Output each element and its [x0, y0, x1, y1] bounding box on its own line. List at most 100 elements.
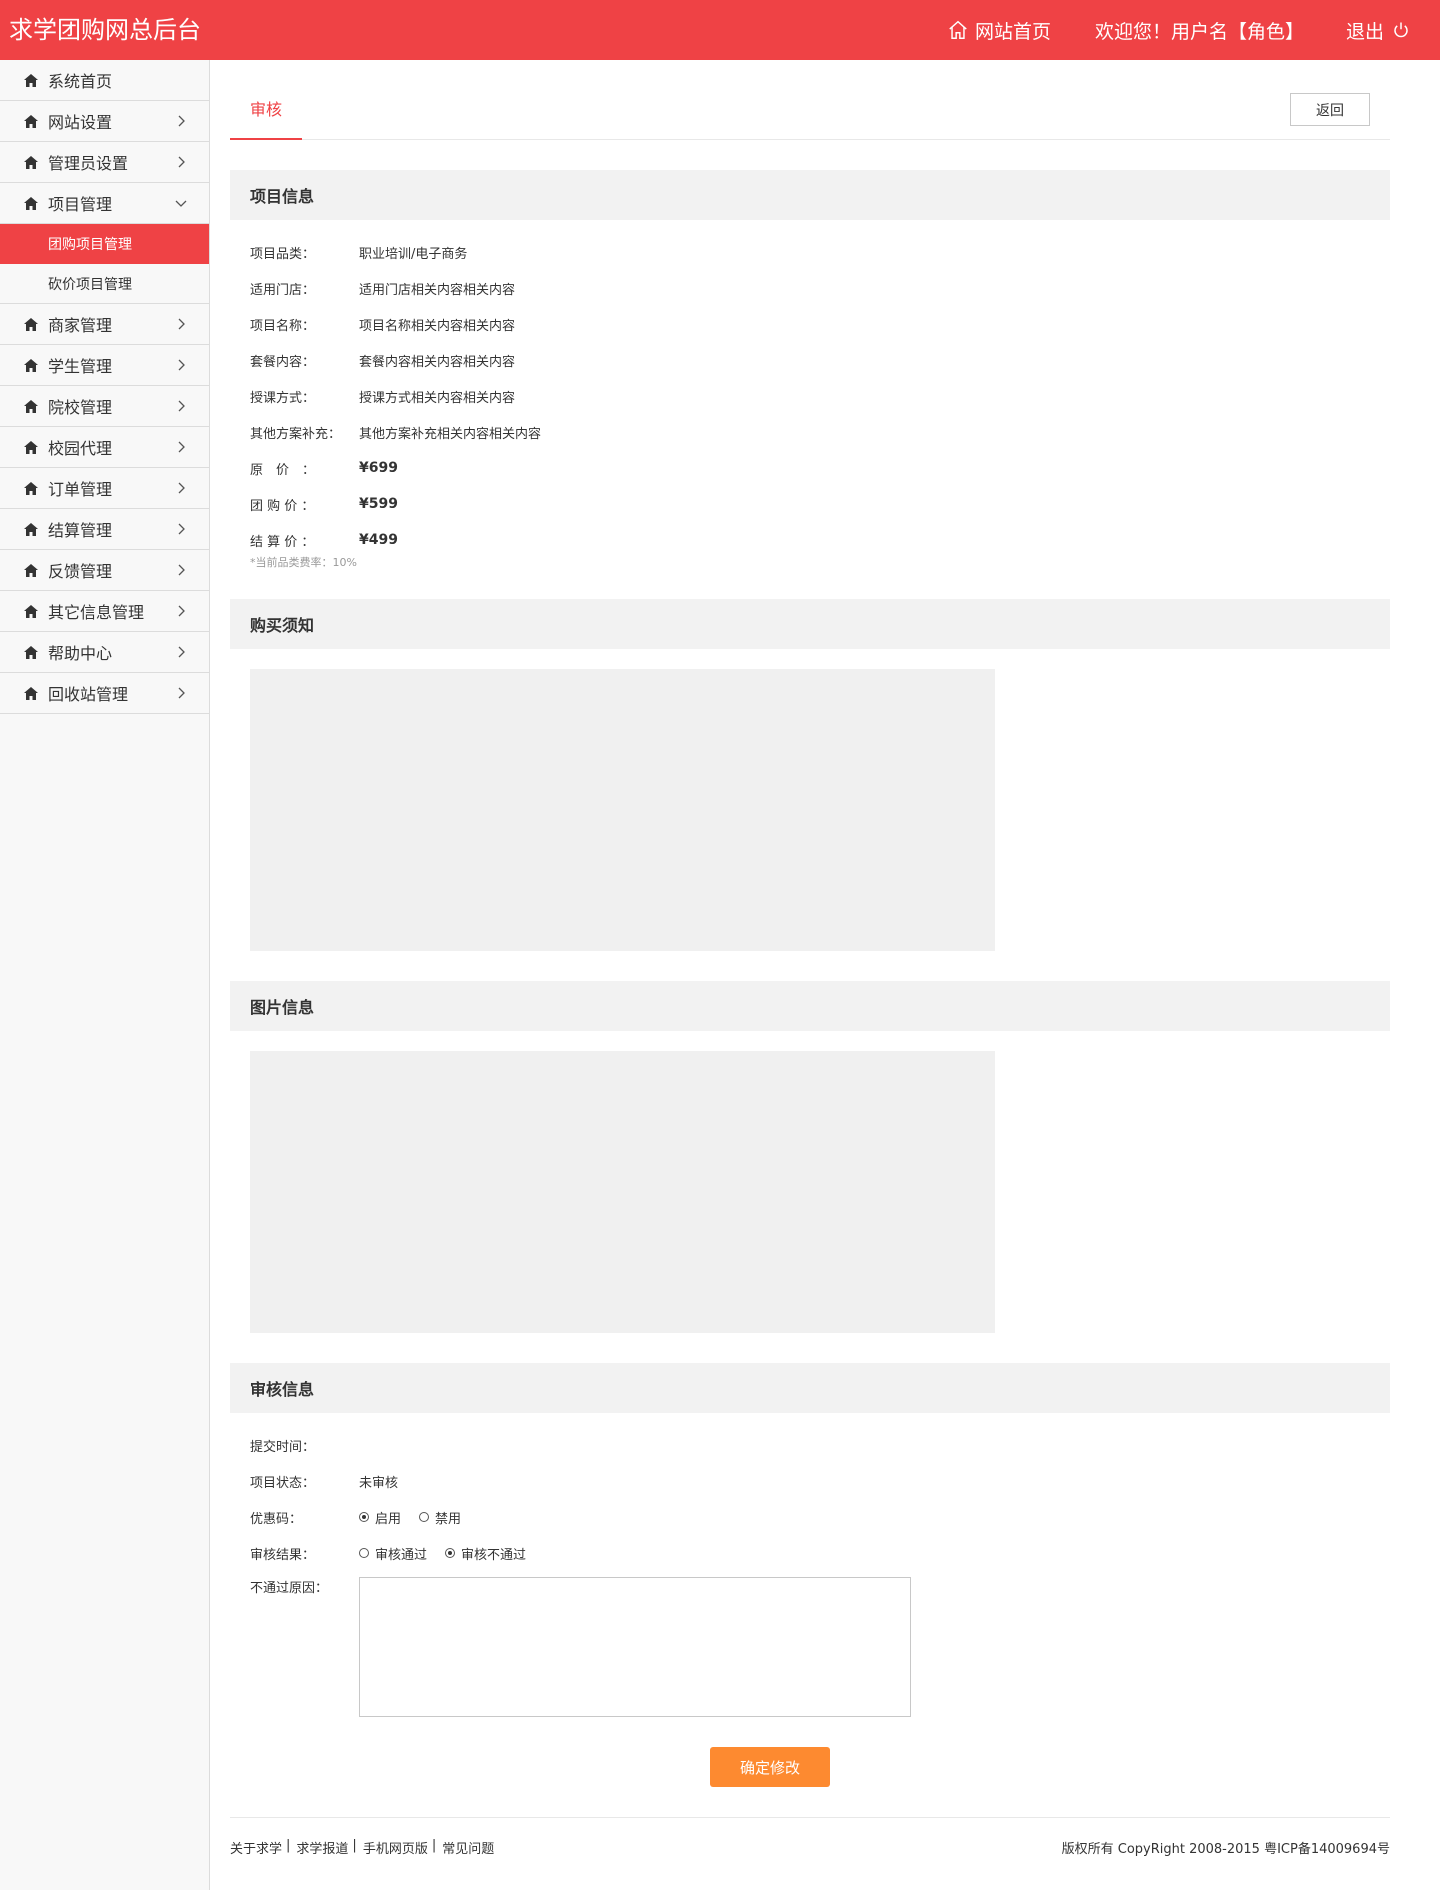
footer-links: 关于求学 | 求学报道 | 手机网页版 | 常见问题 [230, 1838, 494, 1857]
sidebar-item-student-management[interactable]: 学生管理 [0, 345, 209, 386]
audit-radio-pass[interactable]: 审核通过 [359, 1544, 427, 1563]
sidebar-item-recycle-bin[interactable]: 回收站管理 [0, 673, 209, 714]
submit-time-label: 提交时间： [250, 1439, 316, 1455]
sidebar-subitem-bargain-projects[interactable]: 砍价项目管理 [0, 264, 209, 304]
radio-unchecked-icon [419, 1512, 430, 1522]
sidebar-item-campus-agent[interactable]: 校园代理 [0, 427, 209, 468]
sidebar-item-label: 结算管理 [48, 521, 113, 540]
sidebar-subitem-groupbuy-projects[interactable]: 团购项目管理 [0, 224, 209, 264]
sidebar-item-label: 校园代理 [48, 439, 113, 458]
chevron-right-icon [178, 156, 185, 168]
home-icon [24, 73, 38, 87]
sidebar-item-label: 项目管理 [48, 195, 113, 214]
info-value: 其他方案补充相关内容相关内容 [359, 426, 542, 442]
sidebar-item-other-info-management[interactable]: 其它信息管理 [0, 591, 209, 632]
home-icon [24, 563, 38, 577]
footer: 关于求学 | 求学报道 | 手机网页版 | 常见问题 版权所有 CopyRight 2… [230, 1817, 1390, 1877]
back-button[interactable]: 返回 [1290, 93, 1370, 126]
price-row-settlement: 结 算 价 ： ¥499 [250, 522, 1390, 558]
sidebar-item-help-center[interactable]: 帮助中心 [0, 632, 209, 673]
copyright: 版权所有 CopyRight 2008-2015 粤ICP备14009694号 [1061, 1842, 1390, 1857]
home-icon [24, 645, 38, 659]
chevron-right-icon [178, 687, 185, 699]
radio-label: 审核不通过 [461, 1547, 527, 1563]
info-value: 适用门店相关内容相关内容 [359, 282, 516, 298]
chevron-right-icon [178, 646, 185, 658]
info-value: 套餐内容相关内容相关内容 [359, 354, 516, 370]
price-label: 团 购 价 ： [250, 498, 315, 514]
sidebar-item-label: 其它信息管理 [48, 603, 145, 622]
info-row: 项目名称： 项目名称相关内容相关内容 [250, 306, 1390, 342]
purchase-notice-content [250, 669, 995, 951]
footer-link-news[interactable]: 求学报道 [296, 1838, 348, 1857]
info-row: 项目品类： 职业培训/电子商务 [250, 234, 1390, 270]
footer-link-mobile[interactable]: 手机网页版 [363, 1838, 428, 1857]
logout-link[interactable]: 退出 [1346, 17, 1410, 44]
sidebar-item-feedback-management[interactable]: 反馈管理 [0, 550, 209, 591]
confirm-edit-button[interactable]: 确定修改 [710, 1747, 830, 1787]
home-icon [24, 358, 38, 372]
info-label: 项目名称： [250, 318, 316, 334]
tab-audit[interactable]: 审核 [230, 96, 302, 140]
project-status-value: 未审核 [359, 1475, 399, 1491]
sidebar-item-label: 反馈管理 [48, 562, 113, 581]
home-icon [24, 686, 38, 700]
audit-radio-reject[interactable]: 审核不通过 [445, 1544, 526, 1563]
reject-reason-label: 不通过原因： [250, 1581, 329, 1596]
coupon-radio-group: 启用 禁用 [359, 1508, 479, 1527]
sidebar-item-school-management[interactable]: 院校管理 [0, 386, 209, 427]
sidebar-item-site-settings[interactable]: 网站设置 [0, 101, 209, 142]
sidebar: 系统首页 网站设置 管理员设置 项目管理 团购项目管理 砍价项目管理 商家管理 … [0, 60, 210, 1890]
coupon-radio-disable[interactable]: 禁用 [419, 1508, 461, 1527]
coupon-row: 优惠码： 启用 禁用 [250, 1499, 1390, 1535]
project-status-row: 项目状态： 未审核 [250, 1463, 1390, 1499]
home-icon [24, 399, 38, 413]
info-row: 适用门店： 适用门店相关内容相关内容 [250, 270, 1390, 306]
radio-label: 启用 [375, 1511, 402, 1527]
info-label: 其他方案补充： [250, 426, 342, 442]
info-label: 适用门店： [250, 282, 316, 298]
logout-label: 退出 [1345, 20, 1384, 43]
reject-reason-textarea[interactable] [359, 1577, 911, 1717]
audit-result-radio-group: 审核通过 审核不通过 [359, 1544, 544, 1563]
main-content: 审核 返回 项目信息 项目品类： 职业培训/电子商务 适用门店： 适用门店相关内… [230, 60, 1390, 1877]
image-info-content [250, 1051, 995, 1333]
app-title: 求学团购网总后台 [9, 16, 201, 44]
sidebar-item-admin-settings[interactable]: 管理员设置 [0, 142, 209, 183]
sidebar-item-label: 系统首页 [48, 72, 113, 91]
info-label: 授课方式： [250, 390, 316, 406]
sidebar-item-settlement-management[interactable]: 结算管理 [0, 509, 209, 550]
project-status-label: 项目状态： [250, 1475, 316, 1491]
submit-time-row: 提交时间： [250, 1427, 1390, 1463]
home-icon [24, 604, 38, 618]
price-value: ¥699 [359, 460, 398, 476]
welcome-text: 欢迎您！用户名【角色】 [1094, 20, 1304, 43]
chevron-down-icon [175, 200, 187, 207]
footer-separator: | [286, 1838, 291, 1853]
price-label: 原 价 ： [250, 462, 316, 478]
sidebar-item-label: 订单管理 [48, 480, 113, 499]
home-icon [24, 317, 38, 331]
info-row: 套餐内容： 套餐内容相关内容相关内容 [250, 342, 1390, 378]
section-title-purchase-notice: 购买须知 [230, 599, 1390, 649]
fee-rate-note: *当前品类费率：10% [250, 556, 357, 569]
info-row: 授课方式： 授课方式相关内容相关内容 [250, 378, 1390, 414]
home-icon [24, 440, 38, 454]
sidebar-item-system-home[interactable]: 系统首页 [0, 60, 209, 101]
radio-checked-icon [359, 1512, 369, 1522]
footer-link-faq[interactable]: 常见问题 [442, 1838, 494, 1857]
radio-label: 审核通过 [375, 1547, 428, 1563]
home-link[interactable]: 网站首页 [947, 17, 1051, 44]
footer-link-about[interactable]: 关于求学 [230, 1838, 282, 1857]
chevron-right-icon [178, 605, 185, 617]
sidebar-item-project-management[interactable]: 项目管理 [0, 183, 209, 224]
sidebar-item-merchant-management[interactable]: 商家管理 [0, 304, 209, 345]
sidebar-item-label: 帮助中心 [48, 644, 113, 663]
home-icon [24, 196, 38, 210]
tab-bar: 审核 返回 [230, 60, 1390, 140]
power-icon [1394, 22, 1408, 38]
coupon-radio-enable[interactable]: 启用 [359, 1508, 401, 1527]
price-label: 结 算 价 ： [250, 534, 315, 550]
sidebar-item-label: 回收站管理 [48, 685, 129, 704]
sidebar-item-order-management[interactable]: 订单管理 [0, 468, 209, 509]
